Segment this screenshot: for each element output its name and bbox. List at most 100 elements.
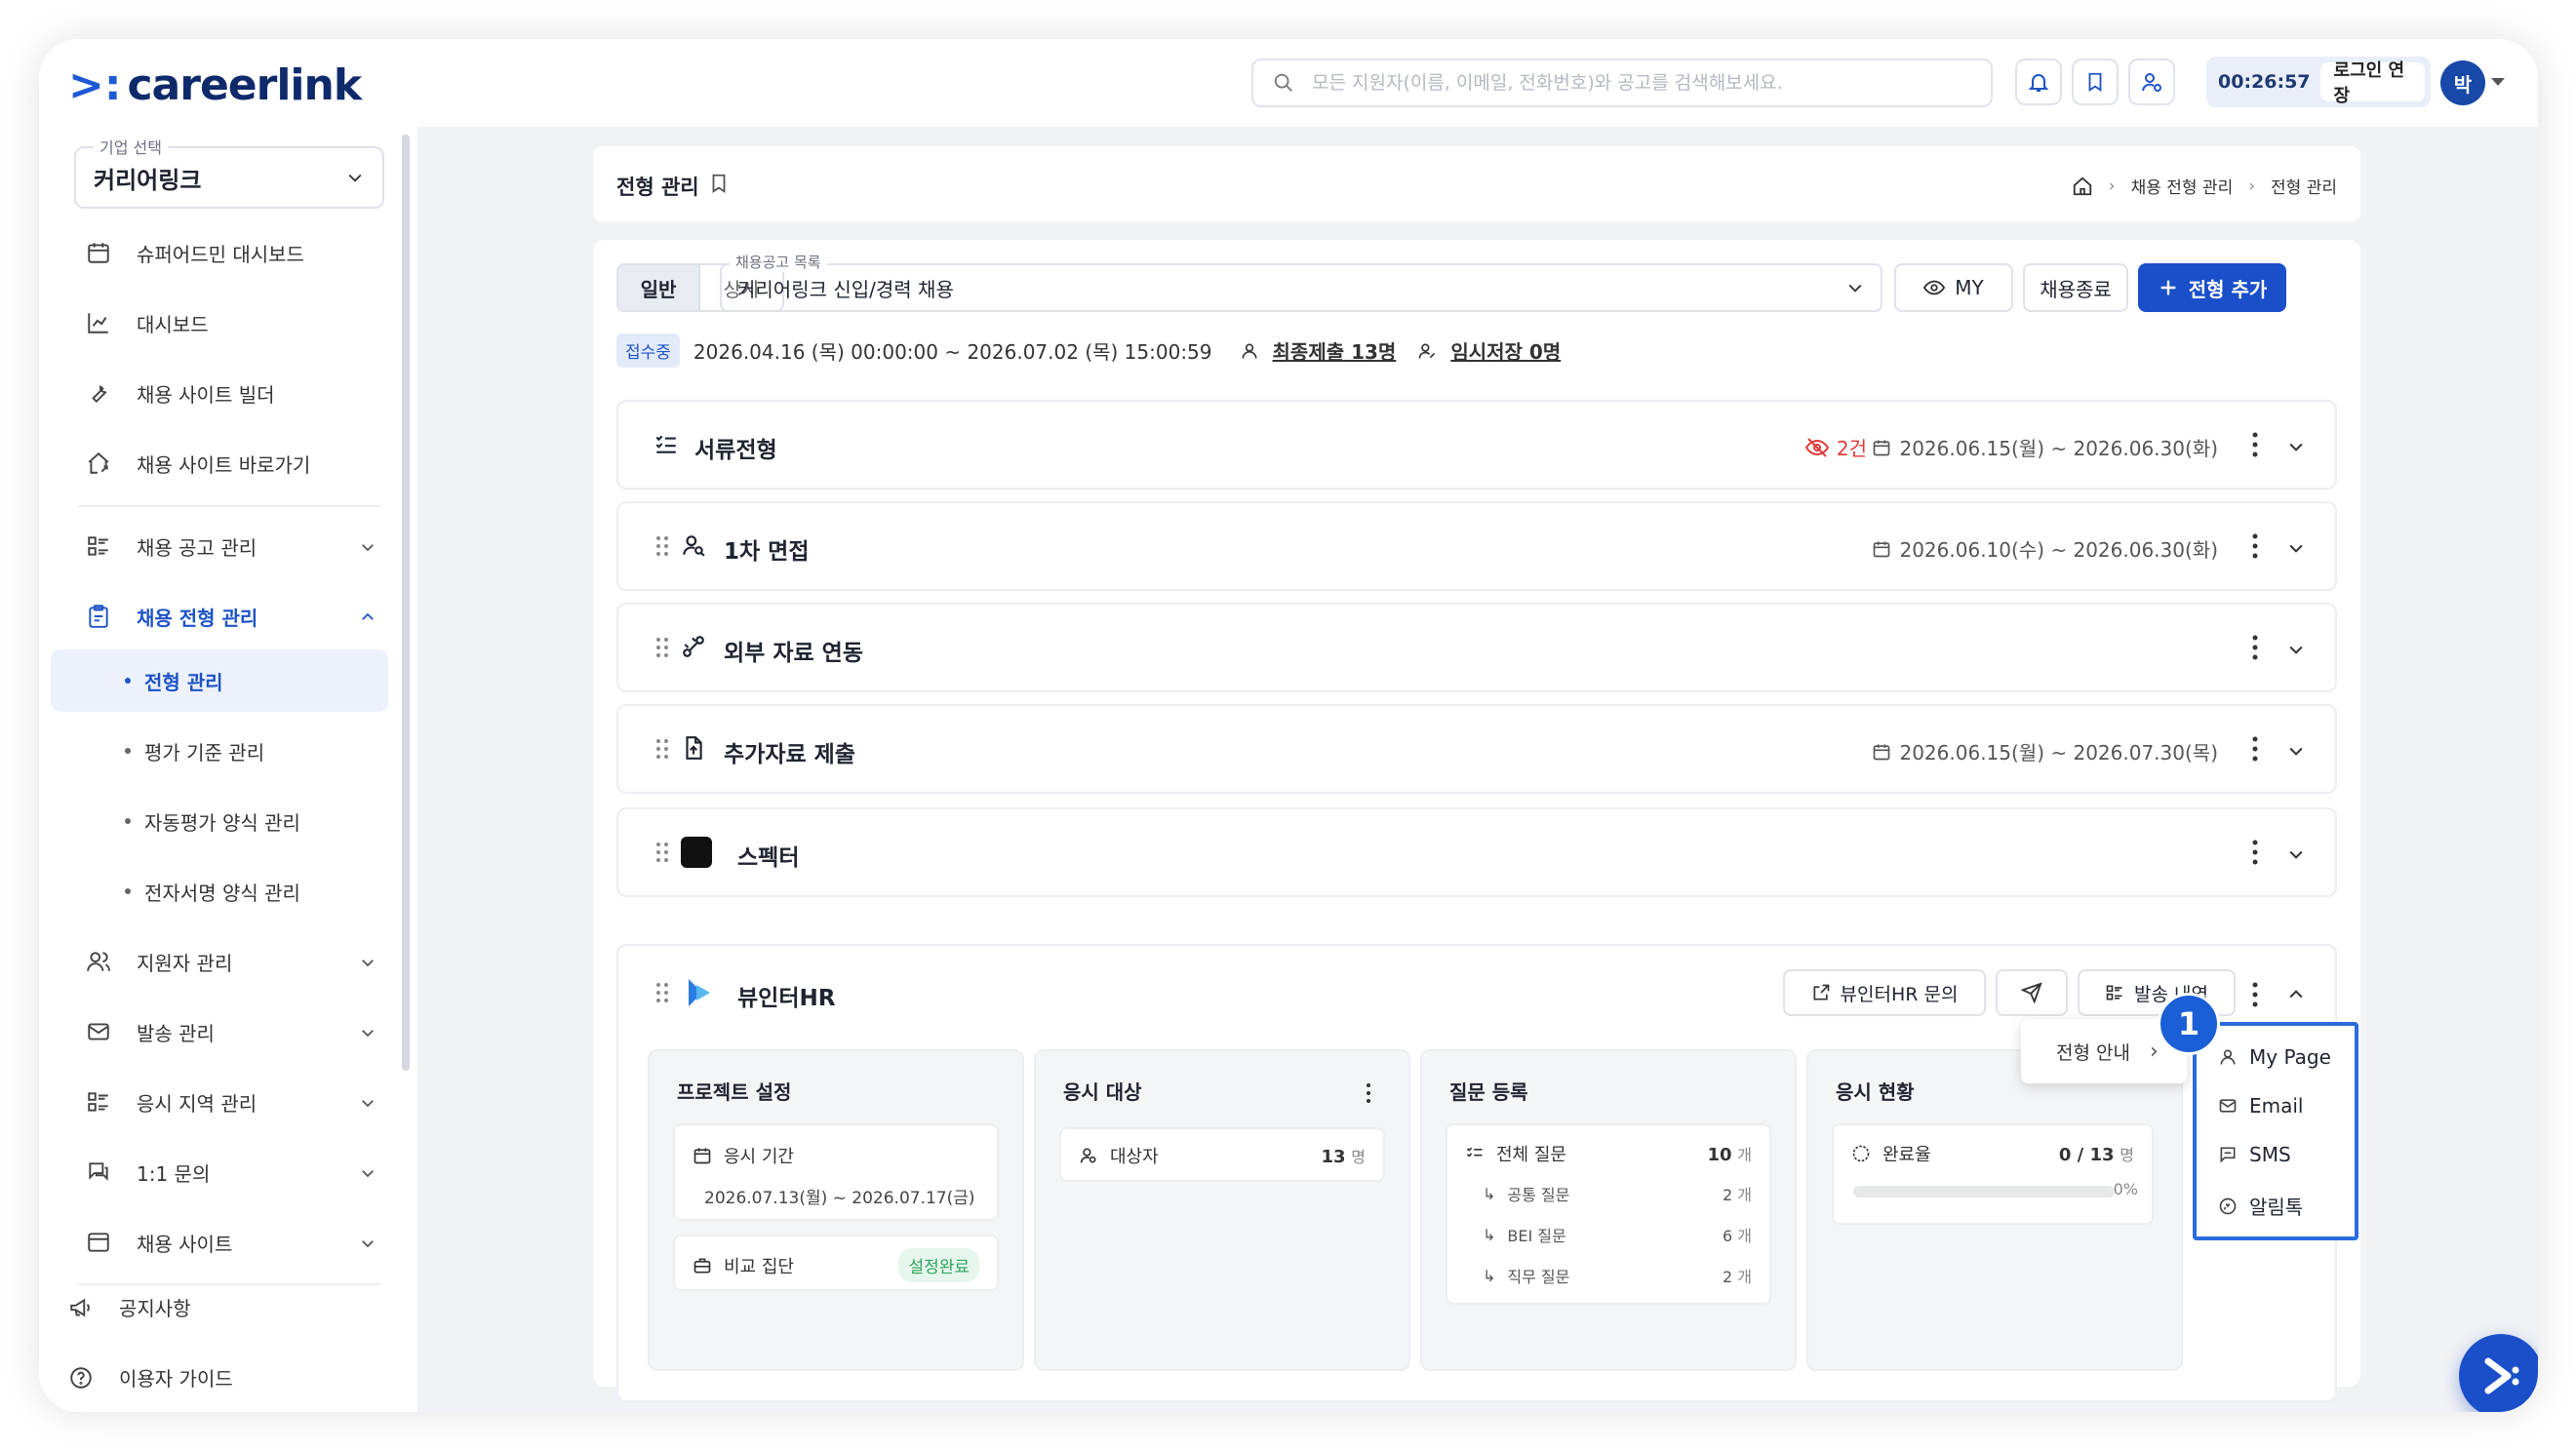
step-external-data[interactable]: 외부 자료 연동 bbox=[616, 603, 2337, 692]
sidebar-item-label: 응시 지역 관리 bbox=[137, 1091, 258, 1116]
sidebar-item-inquiry[interactable]: 1:1 문의 bbox=[57, 1143, 400, 1201]
bookmark-icon[interactable] bbox=[708, 172, 730, 195]
calendar-icon bbox=[1874, 440, 1890, 455]
add-selection-button[interactable]: 전형 추가 bbox=[2138, 263, 2286, 312]
breadcrumb-item[interactable]: 전형 관리 bbox=[2271, 174, 2337, 198]
sidebar-subitem-label: 평가 기준 관리 bbox=[144, 740, 265, 765]
test-period-box[interactable]: 응시 기간 2026.07.13(월) ~ 2026.07.17(금) bbox=[673, 1123, 999, 1221]
session-time: 00:26:57 bbox=[2218, 71, 2311, 93]
step-specter[interactable]: 스펙터 bbox=[616, 807, 2337, 897]
sidebar-item-selection-management[interactable]: 채용 전형 관리 bbox=[57, 587, 400, 646]
logo[interactable]: >: careerlink bbox=[68, 64, 362, 107]
sidebar-subitem-criteria[interactable]: 평가 기준 관리 bbox=[51, 720, 388, 782]
notification-button[interactable] bbox=[2015, 59, 2062, 105]
job-posting-select[interactable]: 커리어링크 신입/경력 채용 bbox=[720, 263, 1882, 312]
hidden-count[interactable]: 2건 bbox=[1804, 433, 1867, 461]
step-first-interview[interactable]: 1차 면접 2026.06.10(수) ~ 2026.06.30(화) bbox=[616, 501, 2337, 591]
bookmark-button[interactable] bbox=[2072, 59, 2119, 105]
help-icon bbox=[70, 1366, 92, 1389]
close-recruitment-button[interactable]: 채용종료 bbox=[2023, 263, 2128, 312]
breadcrumb: › 채용 전형 관리 › 전형 관리 bbox=[2072, 174, 2337, 198]
user-icon bbox=[2220, 1049, 2236, 1065]
step-name: 1차 면접 bbox=[724, 539, 810, 565]
chevron-down-icon bbox=[362, 1170, 374, 1178]
more-icon[interactable] bbox=[2251, 431, 2259, 458]
sidebar-scrollbar[interactable] bbox=[402, 135, 410, 1071]
chevron-down-icon[interactable] bbox=[2286, 844, 2306, 864]
chevron-down-icon[interactable] bbox=[2286, 640, 2306, 659]
home-link-icon bbox=[88, 451, 109, 474]
question-list-box[interactable]: 전체 질문 10 개 ↳ 공통 질문 2 개 ↳ BEI 질문 6 개 ↳ 직무 질문… bbox=[1446, 1123, 1771, 1305]
question-row-bei: ↳ BEI 질문 6 개 bbox=[1483, 1223, 1752, 1246]
calendar-icon bbox=[88, 243, 109, 263]
question-count: 10 개 bbox=[1707, 1142, 1752, 1165]
more-icon[interactable] bbox=[2251, 532, 2259, 560]
card-title: 질문 등록 bbox=[1449, 1080, 1528, 1104]
menu-item-email[interactable]: Email bbox=[2218, 1094, 2304, 1118]
more-icon[interactable] bbox=[2251, 735, 2259, 763]
sidebar-item-site-shortcut[interactable]: 채용 사이트 바로가기 bbox=[57, 434, 400, 492]
sidebar-item-label: 1:1 문의 bbox=[137, 1161, 211, 1186]
sidebar-item-job-postings[interactable]: 채용 공고 관리 bbox=[57, 517, 400, 575]
viewinter-inquiry-button[interactable]: 뷰인터HR 문의 bbox=[1783, 969, 1986, 1016]
sidebar-item-dispatch[interactable]: 발송 관리 bbox=[57, 1002, 400, 1061]
drag-handle-icon[interactable] bbox=[655, 841, 669, 864]
drag-handle-icon[interactable] bbox=[655, 534, 669, 558]
bookmark-icon bbox=[2088, 72, 2102, 92]
test-period-row: 응시 기간 bbox=[693, 1143, 794, 1168]
more-icon[interactable] bbox=[1366, 1082, 1371, 1104]
menu-item-alimtalk[interactable]: 알림톡 bbox=[2218, 1192, 2303, 1220]
target-count-value: 13 bbox=[1321, 1147, 1346, 1167]
sidebar-subitem-selection[interactable]: 전형 관리 bbox=[51, 649, 388, 712]
sidebar-item-test-region[interactable]: 응시 지역 관리 bbox=[57, 1073, 400, 1131]
user-settings-button[interactable] bbox=[2128, 59, 2175, 105]
sidebar-item-career-site[interactable]: 채용 사이트 bbox=[57, 1213, 400, 1272]
home-icon[interactable] bbox=[2072, 176, 2093, 197]
user-guide-link[interactable]: 이용자 가이드 bbox=[68, 1363, 233, 1392]
avatar[interactable]: 박 bbox=[2440, 60, 2485, 105]
comparison-group-label: 비교 집단 bbox=[724, 1256, 794, 1277]
file-upload-icon bbox=[686, 736, 702, 760]
drag-handle-icon[interactable] bbox=[655, 636, 669, 659]
target-count-box[interactable]: 대상자 13 명 bbox=[1059, 1127, 1385, 1182]
drag-handle-icon[interactable] bbox=[655, 737, 669, 761]
sidebar-item-label: 채용 사이트 바로가기 bbox=[137, 452, 311, 477]
chat-fab-button[interactable] bbox=[2459, 1334, 2538, 1412]
temp-saved-link[interactable]: 임시저장 0명 bbox=[1450, 336, 1561, 365]
target-count: 13 명 bbox=[1321, 1144, 1366, 1167]
notice-link[interactable]: 공지사항 bbox=[68, 1293, 191, 1321]
global-search[interactable] bbox=[1251, 59, 1993, 107]
search-input[interactable] bbox=[1312, 72, 1956, 94]
send-button[interactable] bbox=[1996, 969, 2068, 1016]
chevron-down-icon[interactable] bbox=[2491, 78, 2505, 86]
chevron-up-icon[interactable] bbox=[2286, 985, 2306, 1004]
sidebar-item-label: 채용 전형 관리 bbox=[137, 606, 258, 630]
comparison-group-box[interactable]: 비교 집단 설정완료 bbox=[673, 1235, 999, 1291]
my-filter-button[interactable]: MY bbox=[1894, 263, 2013, 312]
chevron-down-icon[interactable] bbox=[2286, 437, 2306, 456]
chevron-down-icon[interactable] bbox=[2286, 538, 2306, 558]
extend-login-button[interactable]: 로그인 연장 bbox=[2319, 60, 2425, 106]
menu-item-mypage[interactable]: My Page bbox=[2218, 1045, 2331, 1069]
step-document-screening[interactable]: 서류전형 2건 2026.06.15(월) ~ 2026.06.30(화) bbox=[616, 400, 2337, 490]
completion-box[interactable]: 완료율 0 / 13 명 0% bbox=[1832, 1123, 2154, 1225]
tool-icon bbox=[92, 385, 107, 404]
chevron-down-icon[interactable] bbox=[2286, 741, 2306, 761]
step-additional-docs[interactable]: 추가자료 제출 2026.06.15(월) ~ 2026.07.30(목) bbox=[616, 704, 2337, 794]
sidebar-item-superadmin-dashboard[interactable]: 슈퍼어드민 대시보드 bbox=[57, 223, 400, 282]
menu-item-sms[interactable]: SMS bbox=[2218, 1143, 2291, 1166]
sidebar-item-applicants[interactable]: 지원자 관리 bbox=[57, 932, 400, 991]
sidebar-subitem-auto-eval[interactable]: 자동평가 양식 관리 bbox=[51, 790, 388, 852]
more-icon[interactable] bbox=[2251, 981, 2259, 1008]
drag-handle-icon[interactable] bbox=[655, 981, 669, 1004]
sidebar-subitem-esign[interactable]: 전자서명 양식 관리 bbox=[51, 860, 388, 922]
breadcrumb-item[interactable]: 채용 전형 관리 bbox=[2131, 174, 2234, 198]
sidebar-item-site-builder[interactable]: 채용 사이트 빌더 bbox=[57, 364, 400, 422]
more-icon[interactable] bbox=[2251, 839, 2259, 866]
sidebar-item-dashboard[interactable]: 대시보드 bbox=[57, 294, 400, 352]
eye-off-icon bbox=[1804, 437, 1829, 457]
segment-general[interactable]: 일반 bbox=[618, 265, 700, 310]
final-submission-link[interactable]: 최종제출 13명 bbox=[1273, 336, 1397, 365]
more-icon[interactable] bbox=[2251, 634, 2259, 661]
bullet-dot bbox=[125, 748, 131, 754]
